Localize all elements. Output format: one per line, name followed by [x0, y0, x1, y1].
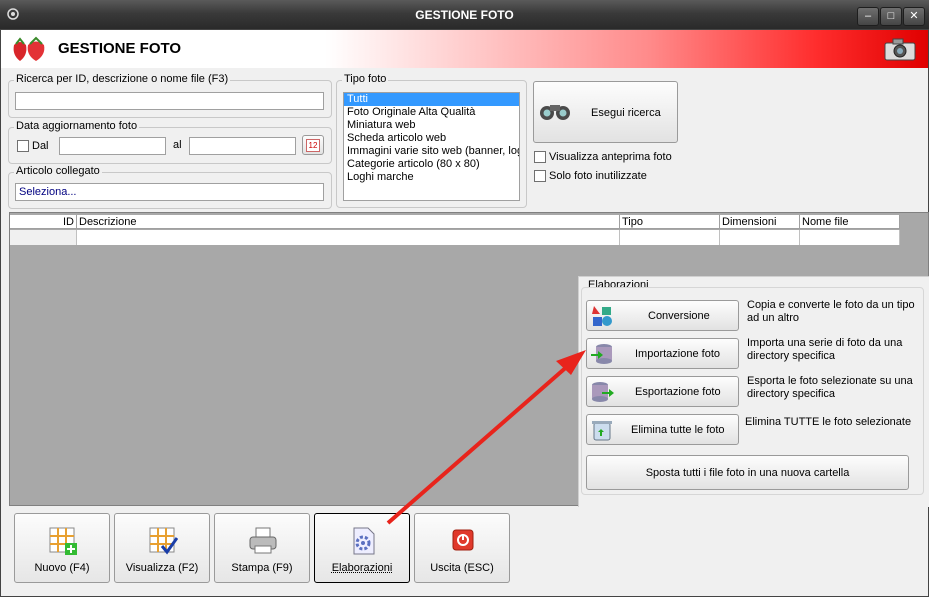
tipo-foto-group: Tipo foto Tutti Foto Originale Alta Qual… — [336, 73, 527, 208]
conversione-description: Copia e converte le foto da un tipo ad u… — [747, 299, 915, 324]
elimina-tutte-label: Elimina tutte le foto — [631, 424, 725, 436]
column-header-nome-file[interactable]: Nome file — [800, 215, 900, 229]
tipo-foto-item[interactable]: Scheda articolo web — [344, 132, 519, 145]
table-cell[interactable] — [800, 230, 900, 245]
importazione-description: Importa una serie di foto da una directo… — [747, 337, 903, 362]
main-window: GESTIONE FOTO Ricerca per ID, descrizion… — [0, 29, 929, 597]
power-icon — [452, 529, 474, 551]
visualizza-label: Visualizza (F2) — [125, 562, 199, 574]
nuovo-button[interactable]: Nuovo (F4) — [14, 513, 110, 583]
table-row[interactable] — [10, 230, 77, 245]
tipo-foto-item[interactable]: Loghi marche — [344, 171, 519, 184]
visualizza-button[interactable]: Visualizza (F2) — [114, 513, 210, 583]
unused-checkbox[interactable] — [534, 170, 546, 182]
page-title: GESTIONE FOTO — [58, 40, 182, 57]
printer-icon — [249, 527, 277, 554]
search-group: Ricerca per ID, descrizione o nome file … — [8, 73, 332, 118]
binoculars-icon — [540, 105, 570, 120]
column-header-descrizione[interactable]: Descrizione — [77, 215, 620, 229]
importazione-foto-label: Importazione foto — [635, 348, 720, 360]
esportazione-foto-label: Esportazione foto — [635, 386, 721, 398]
sposta-files-label: Sposta tutti i file foto in una nuova ca… — [645, 467, 850, 479]
tipo-foto-item[interactable]: Immagini varie sito web (banner, loghi — [344, 145, 519, 158]
uscita-button[interactable]: Uscita (ESC) — [414, 513, 510, 583]
stampa-label: Stampa (F9) — [231, 562, 293, 574]
table-cell[interactable] — [620, 230, 720, 245]
date-from-label: Dal — [32, 140, 49, 152]
elaborazioni-button[interactable]: Elaborazioni — [314, 513, 410, 583]
elimina-description: Elimina TUTTE le foto selezionate — [745, 416, 912, 428]
date-to-field[interactable] — [189, 137, 296, 155]
date-to-label: al — [173, 139, 182, 151]
gear-document-icon — [353, 527, 375, 555]
preview-checkbox[interactable] — [534, 151, 546, 163]
recycle-bin-icon — [592, 421, 612, 441]
elaborazioni-panel: Elaborazioni Conversione Copia e convert… — [578, 276, 929, 507]
elimina-tutte-button[interactable]: Elimina tutte le foto — [586, 414, 739, 445]
nuovo-label: Nuovo (F4) — [34, 562, 90, 574]
conversione-button[interactable]: Conversione — [586, 300, 739, 331]
table-cell[interactable] — [77, 230, 620, 245]
tipo-foto-item[interactable]: Foto Originale Alta Qualità — [344, 106, 519, 119]
conversion-icon — [592, 306, 612, 326]
column-header-tipo[interactable]: Tipo — [620, 215, 720, 229]
minimize-button[interactable]: – — [857, 7, 879, 26]
importazione-foto-button[interactable]: Importazione foto — [586, 338, 739, 369]
sposta-files-button[interactable]: Sposta tutti i file foto in una nuova ca… — [586, 455, 909, 490]
header-banner: GESTIONE FOTO — [1, 30, 928, 68]
conversione-label: Conversione — [648, 310, 710, 322]
articolo-group: Articolo collegato Seleziona... — [8, 165, 332, 209]
esportazione-foto-button[interactable]: Esportazione foto — [586, 376, 739, 407]
new-grid-icon — [49, 527, 77, 555]
camera-icon — [884, 38, 916, 61]
esegui-ricerca-button[interactable]: Esegui ricerca — [533, 81, 678, 143]
calendar-button[interactable]: 12 — [302, 135, 324, 155]
strawberry-icon — [13, 36, 45, 61]
date-from-checkbox[interactable] — [17, 140, 29, 152]
maximize-button[interactable]: □ — [880, 7, 902, 26]
date-group: Data aggiornamento foto Dal al 12 — [8, 120, 332, 164]
tipo-foto-item[interactable]: Tutti — [344, 93, 519, 106]
stampa-button[interactable]: Stampa (F9) — [214, 513, 310, 583]
elaborazioni-label: Elaborazioni — [331, 562, 393, 574]
articolo-label: Articolo collegato — [14, 165, 102, 177]
date-from-field[interactable] — [59, 137, 166, 155]
window-title: GESTIONE FOTO — [415, 8, 514, 22]
title-bar: GESTIONE FOTO – □ ✕ — [0, 0, 929, 29]
calendar-icon: 12 — [306, 139, 320, 152]
table-cell[interactable] — [720, 230, 800, 245]
esportazione-description: Esporta le foto selezionate su una direc… — [747, 375, 913, 400]
esegui-ricerca-label: Esegui ricerca — [591, 107, 661, 119]
column-header-dimensioni[interactable]: Dimensioni — [720, 215, 800, 229]
articolo-select[interactable]: Seleziona... — [15, 183, 324, 201]
tipo-foto-listbox[interactable]: Tutti Foto Originale Alta Qualità Miniat… — [343, 92, 520, 201]
close-button[interactable]: ✕ — [903, 7, 925, 26]
date-label: Data aggiornamento foto — [14, 120, 140, 132]
database-import-icon — [591, 344, 612, 364]
tipo-foto-label: Tipo foto — [342, 73, 389, 85]
tipo-foto-item[interactable]: Categorie articolo (80 x 80) — [344, 158, 519, 171]
search-label: Ricerca per ID, descrizione o nome file … — [14, 73, 231, 85]
column-header-id[interactable]: ID — [10, 215, 77, 229]
preview-label: Visualizza anteprima foto — [549, 151, 672, 163]
view-grid-icon — [149, 527, 178, 555]
unused-label: Solo foto inutilizzate — [549, 170, 647, 182]
database-export-icon — [592, 382, 614, 402]
uscita-label: Uscita (ESC) — [430, 562, 494, 574]
tipo-foto-item[interactable]: Miniatura web — [344, 119, 519, 132]
search-input[interactable] — [15, 92, 324, 110]
